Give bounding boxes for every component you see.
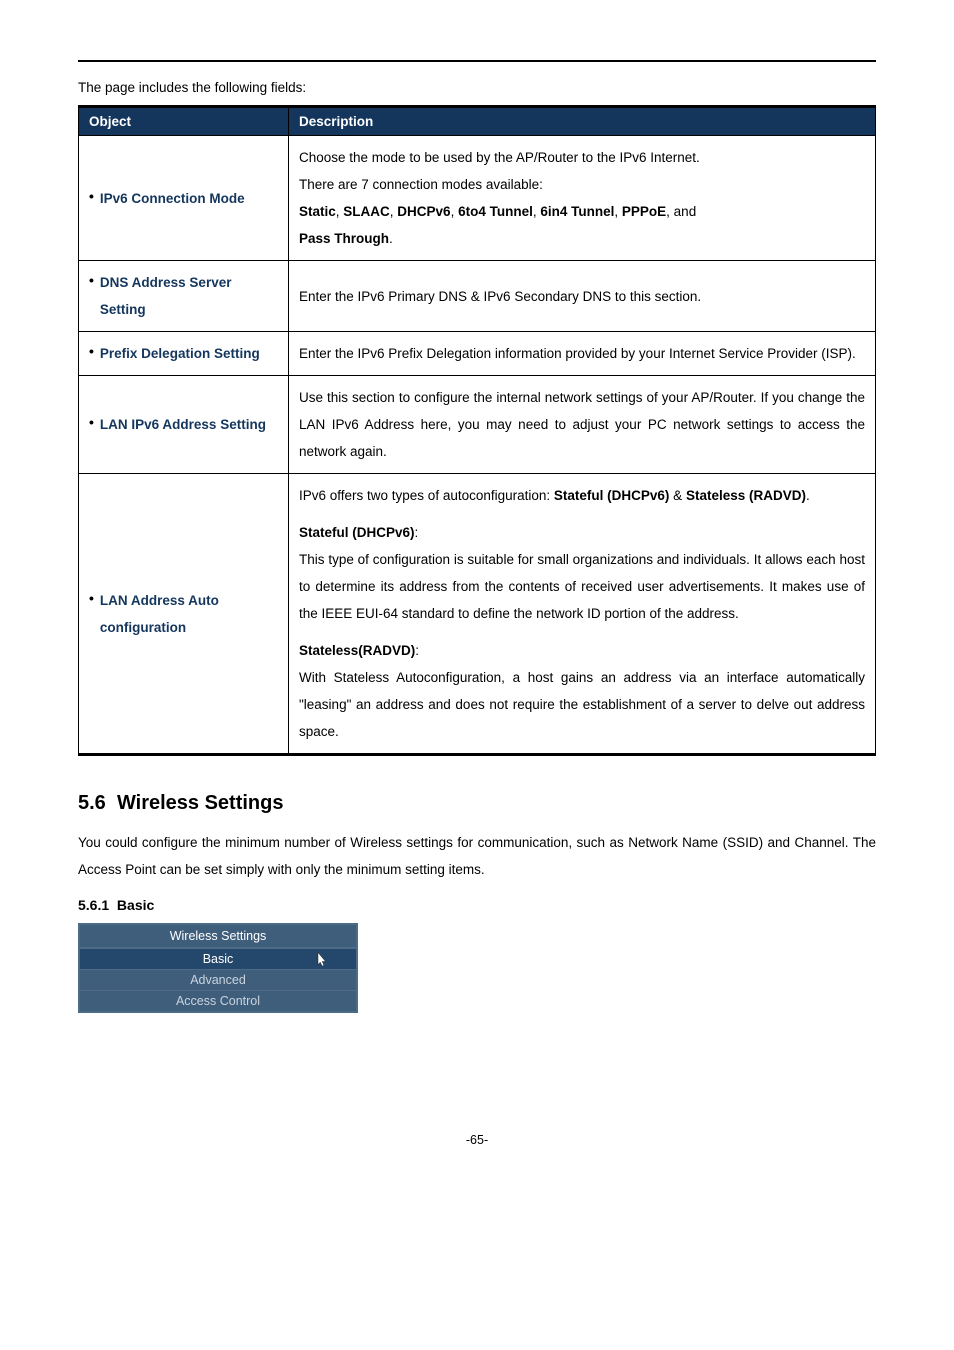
object-label: DNS Address Server Setting [100,269,278,323]
table-row: • IPv6 Connection Mode Choose the mode t… [79,136,876,261]
description-cell: Enter the IPv6 Prefix Delegation informa… [289,332,876,376]
table-row: • LAN IPv6 Address Setting Use this sect… [79,376,876,474]
subsection-number: 5.6.1 [78,897,109,913]
bullet-icon: • [89,185,94,207]
desc-line: There are 7 connection modes available: [299,171,865,198]
desc-paragraph: With Stateless Autoconfiguration, a host… [299,664,865,745]
table-header-row: Object Description [79,107,876,136]
object-label: IPv6 Connection Mode [100,185,245,212]
object-label: Prefix Delegation Setting [100,340,260,367]
horizontal-rule [78,60,876,62]
description-cell: Choose the mode to be used by the AP/Rou… [289,136,876,261]
desc-paragraph: This type of configuration is suitable f… [299,546,865,627]
object-label: LAN IPv6 Address Setting [100,411,266,438]
section-body: You could configure the minimum number o… [78,829,876,883]
menu-title: Wireless Settings [80,925,356,949]
menu-item-label: Access Control [176,994,260,1008]
table-row: • DNS Address Server Setting Enter the I… [79,261,876,332]
desc-line: Pass Through. [299,225,865,252]
desc-line: Static, SLAAC, DHCPv6, 6to4 Tunnel, 6in4… [299,198,865,225]
section-heading: 5.6 Wireless Settings [78,792,876,815]
bullet-icon: • [89,340,94,362]
menu-item-advanced[interactable]: Advanced [80,970,356,991]
subsection-heading: 5.6.1 Basic [78,897,876,913]
section-number: 5.6 [78,792,106,814]
menu-item-label: Basic [203,952,234,966]
object-cell: • LAN Address Auto configuration [79,474,289,755]
table-row: • Prefix Delegation Setting Enter the IP… [79,332,876,376]
desc-subhead: Stateless(RADVD): [299,637,865,664]
description-cell: IPv6 offers two types of autoconfigurati… [289,474,876,755]
object-cell: • LAN IPv6 Address Setting [79,376,289,474]
description-cell: Enter the IPv6 Primary DNS & IPv6 Second… [289,261,876,332]
desc-paragraph: IPv6 offers two types of autoconfigurati… [299,482,865,509]
menu-item-basic[interactable]: Basic [80,949,356,970]
menu-item-label: Advanced [190,973,246,987]
section-title: Wireless Settings [117,792,284,814]
bullet-icon: • [89,411,94,433]
fields-table: Object Description • IPv6 Connection Mod… [78,105,876,756]
intro-text: The page includes the following fields: [78,80,876,95]
object-label: LAN Address Auto configuration [100,587,278,641]
object-cell: • Prefix Delegation Setting [79,332,289,376]
table-row: • LAN Address Auto configuration IPv6 of… [79,474,876,755]
wireless-settings-menu: Wireless Settings Basic Advanced Access … [78,923,358,1013]
bullet-icon: • [89,269,94,291]
header-description: Description [289,107,876,136]
desc-subhead: Stateful (DHCPv6): [299,519,865,546]
page-number: -65- [78,1133,876,1147]
header-object: Object [79,107,289,136]
desc-line: Choose the mode to be used by the AP/Rou… [299,144,865,171]
subsection-title: Basic [117,897,154,913]
menu-item-access-control[interactable]: Access Control [80,991,356,1011]
bullet-icon: • [89,587,94,609]
object-cell: • DNS Address Server Setting [79,261,289,332]
description-cell: Use this section to configure the intern… [289,376,876,474]
object-cell: • IPv6 Connection Mode [79,136,289,261]
